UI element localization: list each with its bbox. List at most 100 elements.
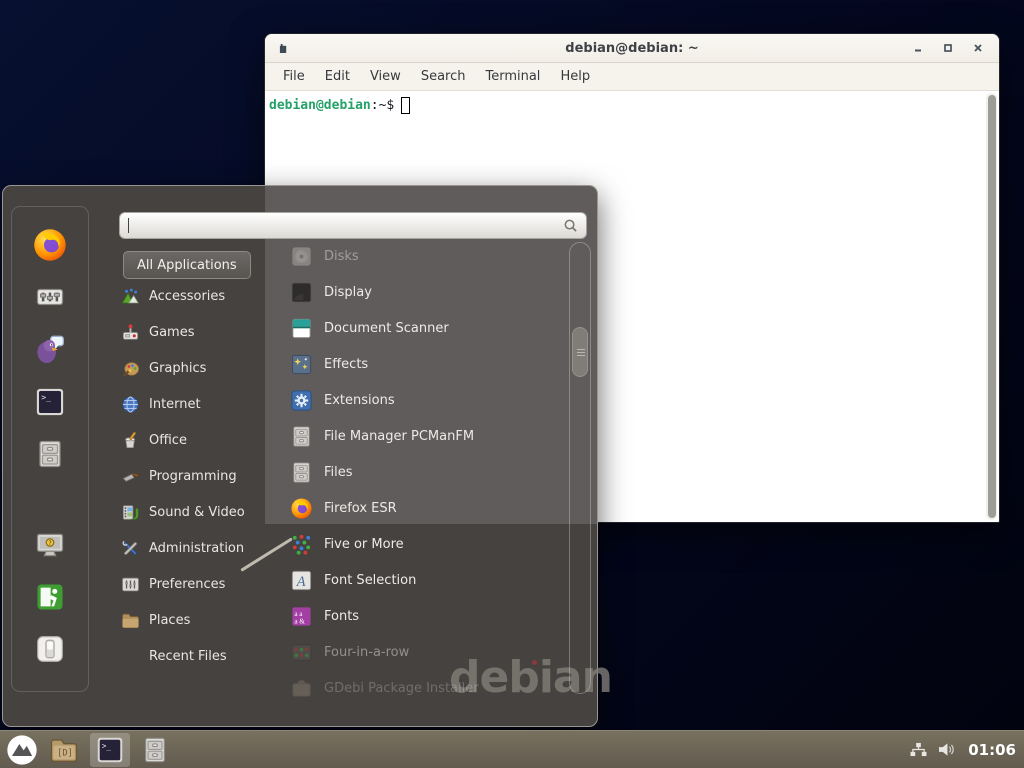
all-applications-button[interactable]: All Applications [123, 251, 251, 279]
clock[interactable]: 01:06 [968, 741, 1016, 759]
menu-view[interactable]: View [360, 63, 411, 90]
category-label: Games [149, 325, 194, 340]
terminal-menubar: FileEditViewSearchTerminalHelp [265, 63, 999, 91]
category-sound-video[interactable]: Sound & Video [121, 494, 273, 530]
minimize-icon[interactable] [913, 43, 923, 53]
search-icon [563, 218, 578, 233]
menu-edit[interactable]: Edit [315, 63, 360, 90]
disks-icon [290, 245, 313, 268]
favorite-pidgin-icon[interactable] [34, 333, 66, 365]
svg-text:>_: >_ [41, 392, 51, 402]
app-four-in-a-row[interactable]: Four-in-a-row [290, 634, 566, 670]
desktop: { "desktop": { "watermark": "debian" }, … [0, 0, 1024, 768]
application-list: Disks Display Document Scanner Effects Exten… [290, 238, 566, 706]
menu-scrollbar[interactable] [569, 242, 591, 694]
menu-help[interactable]: Help [550, 63, 600, 90]
app-label: Effects [324, 357, 368, 372]
terminal-scrollbar-thumb[interactable] [988, 95, 996, 518]
app-label: Display [324, 285, 372, 300]
menu-terminal[interactable]: Terminal [475, 63, 550, 90]
category-label: Administration [149, 541, 244, 556]
app-display[interactable]: Display [290, 274, 566, 310]
maximize-icon[interactable] [943, 43, 953, 53]
category-recent-files[interactable]: Recent Files [121, 638, 273, 674]
games-icon [121, 323, 140, 342]
app-files[interactable]: Files [290, 454, 566, 490]
category-games[interactable]: Games [121, 314, 273, 350]
favorite-screensaver-icon[interactable]: ? [35, 530, 65, 560]
network-icon[interactable] [909, 742, 928, 757]
five-or-more-icon [290, 533, 313, 556]
app-firefox-esr[interactable]: Firefox ESR [290, 490, 566, 526]
favorite-control-center-icon[interactable] [35, 282, 65, 312]
svg-text:?: ? [48, 540, 51, 547]
app-extensions[interactable]: Extensions [290, 382, 566, 418]
app-font-selection[interactable]: A Font Selection [290, 562, 566, 598]
category-preferences[interactable]: Preferences [121, 566, 273, 602]
taskbar-menu-logo-button[interactable] [6, 733, 38, 767]
favorite-terminal-icon[interactable]: >_ [35, 387, 65, 417]
category-graphics[interactable]: Graphics [121, 350, 273, 386]
app-gdebi-package-installer[interactable]: GDebi Package Installer [290, 670, 566, 706]
graphics-icon [121, 359, 140, 378]
favorite-logout-icon[interactable] [35, 582, 65, 612]
prompt-user: debian@debian [269, 98, 371, 113]
office-icon [121, 431, 140, 450]
tray-icons [909, 742, 956, 757]
preferences-icon [121, 575, 140, 594]
category-list: Accessories Games GraphicsInternet Office Pr… [121, 278, 273, 674]
display-icon [290, 281, 313, 304]
menu-file[interactable]: File [273, 63, 315, 90]
extensions-icon [290, 389, 313, 412]
programming-icon [121, 467, 140, 486]
file-cabinet-icon [141, 736, 169, 764]
file-cabinet-icon [290, 425, 313, 448]
favorite-shutdown-icon[interactable] [36, 635, 64, 663]
system-tray: 01:06 [909, 741, 1016, 759]
svg-text:>_: >_ [102, 741, 112, 750]
favorite-file-cabinet-icon[interactable] [35, 439, 65, 469]
sound-video-icon [121, 503, 140, 522]
category-label: Programming [149, 469, 237, 484]
search-caret [128, 218, 129, 233]
four-in-a-row-icon [290, 641, 313, 664]
category-office[interactable]: Office [121, 422, 273, 458]
taskbar-terminal-button[interactable]: >_ [90, 733, 130, 767]
category-label: Office [149, 433, 187, 448]
app-fonts[interactable]: a aa &Fonts [290, 598, 566, 634]
category-label: Recent Files [149, 649, 227, 664]
favorite-firefox-icon[interactable] [32, 227, 68, 263]
terminal-scrollbar[interactable] [986, 93, 997, 520]
taskbar-folder-button[interactable]: [D] [49, 733, 79, 767]
category-programming[interactable]: Programming [121, 458, 273, 494]
close-icon[interactable] [973, 43, 983, 53]
gdebi-icon [290, 677, 313, 700]
category-label: Sound & Video [149, 505, 245, 520]
category-accessories[interactable]: Accessories [121, 278, 273, 314]
category-internet[interactable]: Internet [121, 386, 273, 422]
search-input[interactable] [119, 212, 587, 239]
category-places[interactable]: Places [121, 602, 273, 638]
terminal-titlebar[interactable]: debian@debian: ~ [265, 34, 999, 63]
app-file-manager-pcmanfm[interactable]: File Manager PCManFM [290, 418, 566, 454]
app-document-scanner[interactable]: Document Scanner [290, 310, 566, 346]
menu-logo-icon [6, 734, 38, 766]
menu-search[interactable]: Search [411, 63, 476, 90]
category-administration[interactable]: Administration [121, 530, 273, 566]
menu-scrollbar-thumb[interactable] [572, 327, 588, 377]
taskbar-launchers: [D] >_ [6, 733, 169, 767]
app-label: Font Selection [324, 573, 416, 588]
app-five-or-more[interactable]: Five or More [290, 526, 566, 562]
terminal-prompt: debian@debian:~$ [269, 97, 995, 114]
scrollbar-grip-icon [577, 349, 585, 357]
font-selection-icon: A [290, 569, 313, 592]
app-effects[interactable]: Effects [290, 346, 566, 382]
terminal-title: debian@debian: ~ [265, 41, 999, 56]
app-disks[interactable]: Disks [290, 238, 566, 274]
volume-icon[interactable] [937, 742, 956, 757]
app-label: GDebi Package Installer [324, 681, 479, 696]
app-label: File Manager PCManFM [324, 429, 474, 444]
internet-icon [121, 395, 140, 414]
taskbar-file-cabinet-button[interactable] [141, 733, 169, 767]
all-applications-label: All Applications [137, 258, 237, 273]
